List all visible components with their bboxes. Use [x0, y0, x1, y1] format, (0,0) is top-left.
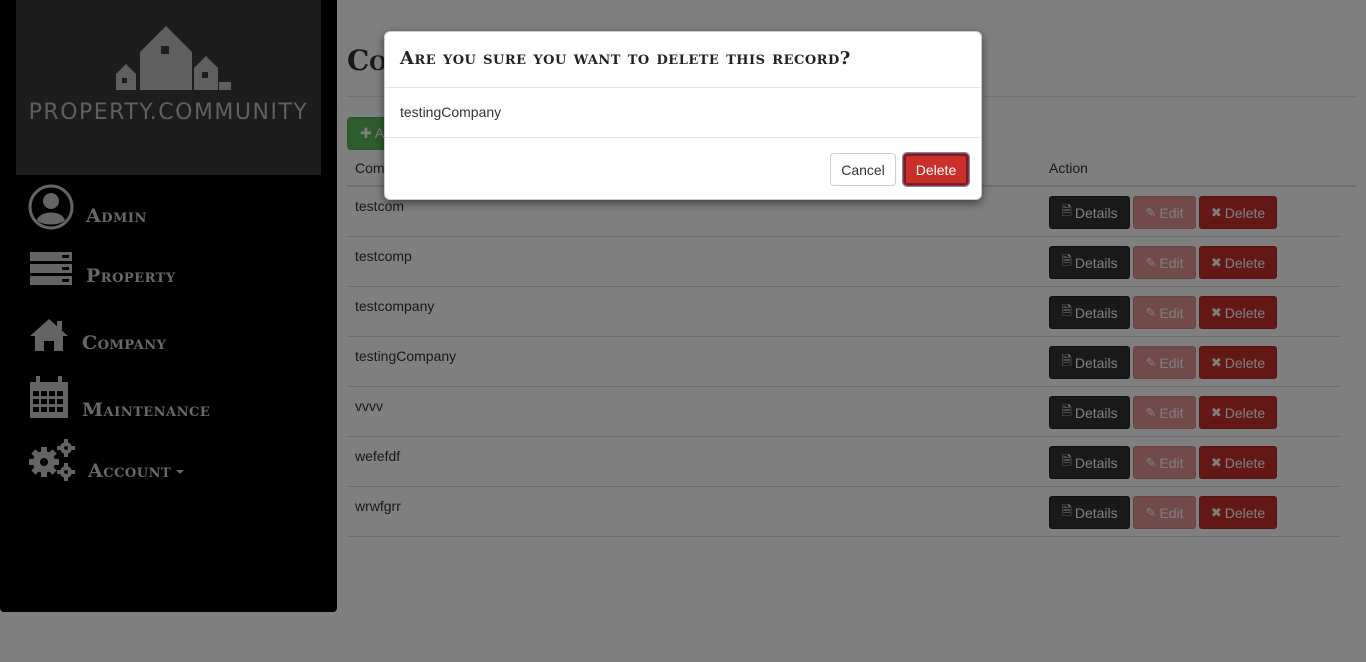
delete-confirm-dialog: Are you sure you want to delete this rec…	[384, 31, 982, 200]
cancel-button[interactable]: Cancel	[830, 153, 896, 186]
confirm-delete-button[interactable]: Delete	[902, 152, 970, 187]
modal-title: Are you sure you want to delete this rec…	[400, 48, 851, 69]
record-name: testingCompany	[400, 104, 502, 120]
modal-header: Are you sure you want to delete this rec…	[385, 32, 981, 88]
modal-body: testingCompany	[385, 88, 981, 138]
